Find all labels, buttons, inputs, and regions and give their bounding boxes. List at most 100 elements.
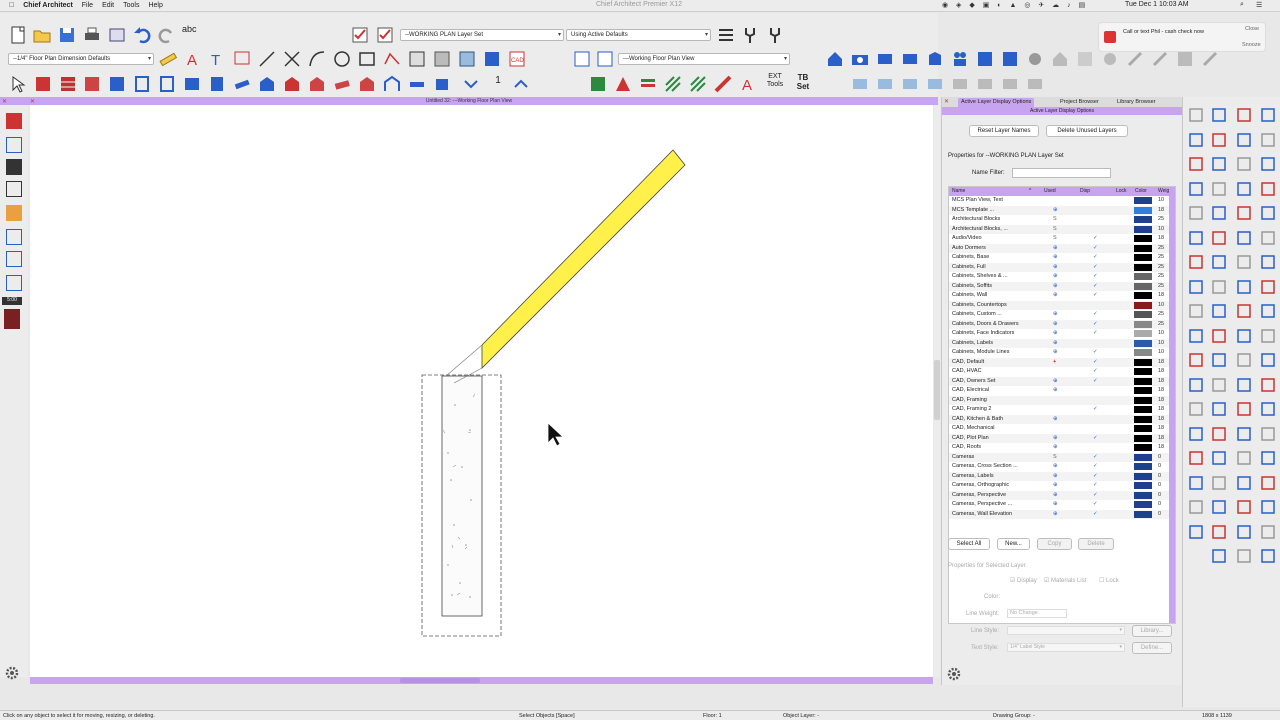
- display-check-icon[interactable]: ✓: [1093, 264, 1098, 270]
- right-tool-icon[interactable]: [1187, 106, 1205, 124]
- layer-color-swatch[interactable]: [1134, 434, 1152, 442]
- layer-color-swatch[interactable]: [1134, 453, 1152, 461]
- floor-number[interactable]: 1: [488, 75, 508, 95]
- redo-icon[interactable]: [157, 25, 177, 45]
- display-check-icon[interactable]: ✓: [1093, 473, 1098, 479]
- tb-set-button[interactable]: TB Set: [793, 73, 813, 93]
- angled-beam[interactable]: [481, 149, 686, 369]
- floor-down-icon[interactable]: [461, 74, 481, 94]
- right-tool-icon[interactable]: [1210, 425, 1228, 443]
- layer-row[interactable]: CAD, Framing 18: [949, 395, 1171, 405]
- cabinet-tool-icon[interactable]: [182, 74, 202, 94]
- used-pin-icon[interactable]: ⊕: [1053, 330, 1058, 336]
- layer-row[interactable]: Cameras, Wall Elevation ⊕ ✓ 0: [949, 509, 1171, 519]
- right-tool-icon[interactable]: [1259, 523, 1277, 541]
- layer-color-swatch[interactable]: [1134, 425, 1152, 432]
- right-tool-icon[interactable]: [1187, 253, 1205, 271]
- defaults-select[interactable]: Using Active Defaults ▾: [566, 29, 711, 41]
- right-tool-icon[interactable]: [1187, 474, 1205, 492]
- used-pin-icon[interactable]: ⊕: [1053, 264, 1058, 270]
- camera-icon[interactable]: [850, 49, 870, 69]
- right-tool-icon[interactable]: [1210, 400, 1228, 418]
- layer-color-swatch[interactable]: [1134, 244, 1152, 252]
- elevation-icon[interactable]: [875, 49, 895, 69]
- left-tool-1-icon[interactable]: [6, 113, 22, 129]
- right-tool-icon[interactable]: [1259, 229, 1277, 247]
- line-weight-input[interactable]: No Change: [1007, 609, 1067, 618]
- open-folder-icon[interactable]: [32, 25, 52, 45]
- used-pin-icon[interactable]: ⊕: [1053, 511, 1058, 517]
- right-tool-icon[interactable]: [1187, 425, 1205, 443]
- layer-row[interactable]: CAD, HVAC ✓ 18: [949, 367, 1171, 377]
- used-pin-icon[interactable]: ⊕: [1053, 311, 1058, 317]
- display-check-icon[interactable]: ✓: [1093, 254, 1098, 260]
- layer-row[interactable]: Cabinets, Custom ... ⊕ ✓ 25: [949, 310, 1171, 320]
- panel-close-icon[interactable]: ✕: [944, 98, 949, 105]
- layer-row[interactable]: Cabinets, Face Indicators ⊕ ✓ 10: [949, 329, 1171, 339]
- layer-color-swatch[interactable]: [1134, 510, 1152, 518]
- layer-row[interactable]: Architectural Blocks S 25: [949, 215, 1171, 225]
- spell-check-icon[interactable]: abc: [182, 24, 202, 44]
- cad-block-icon[interactable]: CAD: [507, 49, 527, 69]
- layer-color-swatch[interactable]: [1134, 415, 1152, 423]
- lock-checkbox[interactable]: ☐ Lock: [1099, 577, 1119, 584]
- right-tool-icon[interactable]: [1187, 229, 1205, 247]
- wall-icon[interactable]: [58, 74, 78, 94]
- arc-icon[interactable]: [307, 49, 327, 69]
- layer-row[interactable]: Cabinets, Module Lines ⊕ ✓ 10: [949, 348, 1171, 358]
- layer-row[interactable]: Cabinets, Base ⊕ ✓ 25: [949, 253, 1171, 263]
- layer-row[interactable]: Cameras, Orthographic ⊕ ✓ 0: [949, 481, 1171, 491]
- right-tool-icon[interactable]: [1210, 449, 1228, 467]
- right-tool-icon[interactable]: [1259, 253, 1277, 271]
- beam-icon[interactable]: [407, 74, 427, 94]
- tab-library-browser[interactable]: Library Browser: [1114, 98, 1159, 107]
- display-check-icon[interactable]: ✓: [1093, 292, 1098, 298]
- col-weight[interactable]: Weig: [1158, 188, 1169, 194]
- undo-icon[interactable]: [132, 25, 152, 45]
- render-view-icon-1[interactable]: [850, 74, 870, 94]
- edit-tools-icon[interactable]: [1125, 49, 1145, 69]
- right-tool-icon[interactable]: [1235, 204, 1253, 222]
- right-tool-icon[interactable]: [1259, 351, 1277, 369]
- group-select-icon[interactable]: [482, 49, 502, 69]
- layer-color-swatch[interactable]: [1134, 444, 1152, 451]
- left-tool-6-icon[interactable]: [6, 229, 22, 245]
- left-tool-5-icon[interactable]: [6, 205, 22, 221]
- right-tool-icon[interactable]: [1235, 474, 1253, 492]
- used-pin-icon[interactable]: ⊕: [1053, 283, 1058, 289]
- right-tool-icon[interactable]: [1210, 106, 1228, 124]
- layer-color-swatch[interactable]: [1134, 206, 1152, 214]
- perspective-icon[interactable]: [900, 49, 920, 69]
- used-pin-icon[interactable]: ⊕: [1053, 387, 1058, 393]
- display-check-icon[interactable]: ✓: [1093, 273, 1098, 279]
- wrench-icon[interactable]: [740, 25, 760, 45]
- right-tool-icon[interactable]: [1210, 204, 1228, 222]
- menu-file[interactable]: File: [82, 2, 93, 9]
- display-check-icon[interactable]: ✓: [1093, 235, 1098, 241]
- right-tool-icon[interactable]: [1235, 449, 1253, 467]
- layer-color-swatch[interactable]: [1134, 273, 1152, 280]
- layer-color-swatch[interactable]: [1134, 216, 1152, 223]
- render-view-icon-3[interactable]: [900, 74, 920, 94]
- layer-row[interactable]: CAD, Electrical ⊕ 18: [949, 386, 1171, 396]
- right-tool-icon[interactable]: [1235, 523, 1253, 541]
- right-tool-icon[interactable]: [1259, 449, 1277, 467]
- left-tool-3-icon[interactable]: [6, 159, 22, 175]
- right-tool-icon[interactable]: [1235, 351, 1253, 369]
- display-check-icon[interactable]: ✓: [1093, 330, 1098, 336]
- right-tool-icon[interactable]: [1259, 547, 1277, 565]
- display-check-icon[interactable]: ✓: [1093, 406, 1098, 412]
- materials-list-checkbox[interactable]: ☑ Materials List: [1044, 577, 1086, 584]
- dormer-icon[interactable]: [307, 74, 327, 94]
- layer-row[interactable]: Cameras, Perspective ⊕ ✓ 0: [949, 490, 1171, 500]
- slab-icon[interactable]: [332, 74, 352, 94]
- used-pin-icon[interactable]: ⊕: [1053, 378, 1058, 384]
- right-tool-icon[interactable]: [1259, 302, 1277, 320]
- status-tray-icons[interactable]: ◉ ◈ ◆ ▣ ◐ ▲ ◎ ✈ ☁ ♪ ▤: [942, 1, 1088, 9]
- right-tool-icon[interactable]: [1235, 425, 1253, 443]
- horizontal-scroll-thumb[interactable]: [400, 678, 480, 683]
- paint-icon[interactable]: [713, 74, 733, 94]
- circle-icon[interactable]: [332, 49, 352, 69]
- right-tool-icon[interactable]: [1259, 425, 1277, 443]
- app-menu[interactable]: Chief Architect: [23, 2, 73, 9]
